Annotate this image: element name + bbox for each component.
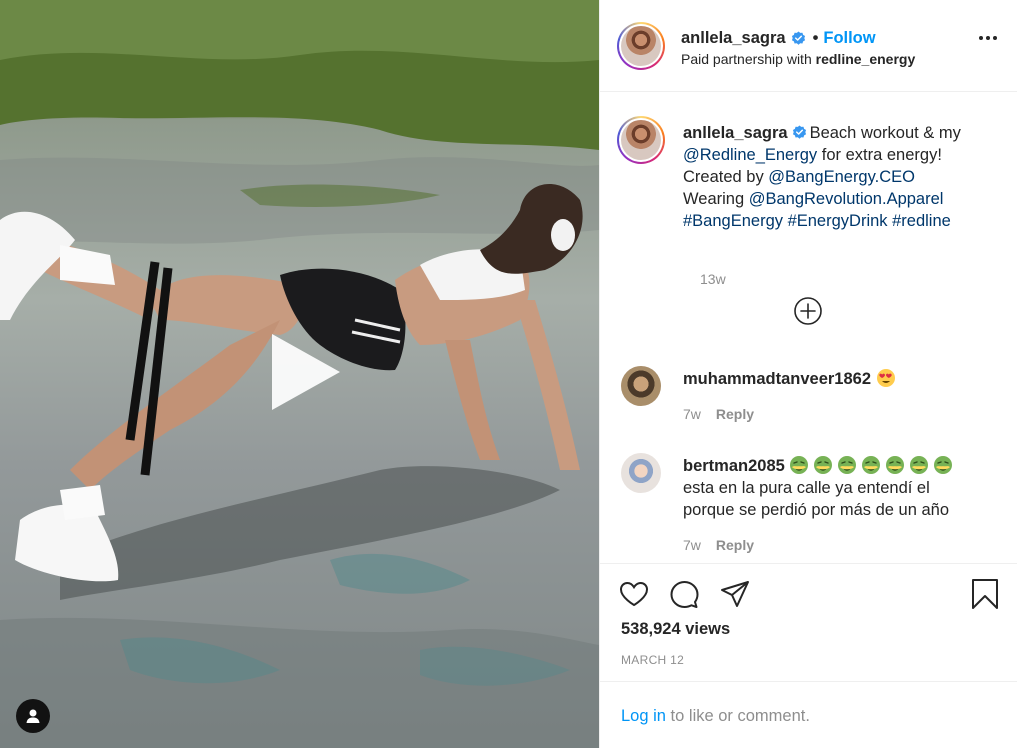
hashtag-links[interactable]: #BangEnergy #EnergyDrink #redline <box>683 210 993 232</box>
nauseated-face-emoji <box>886 456 905 474</box>
separator-dot: • <box>812 29 819 47</box>
login-prompt: Log in to like or comment. <box>600 681 1017 748</box>
tagged-users-button[interactable] <box>16 699 50 733</box>
post-side-panel: anllela_sagra • Follow Paid partnership … <box>599 0 1017 748</box>
comment-text-line: porque se perdió por más de un año <box>683 501 950 519</box>
nauseated-face-emoji <box>934 456 953 474</box>
nauseated-face-emoji <box>814 456 833 474</box>
load-more-comments-button[interactable] <box>793 296 823 326</box>
commenter-username[interactable]: muhammadtanveer1862 <box>683 370 871 388</box>
play-icon <box>272 334 340 410</box>
login-link[interactable]: Log in <box>621 707 666 725</box>
comments-list[interactable]: anllela_sagra Beach workout & my @Redline… <box>600 93 1017 563</box>
commenter-username[interactable]: bertman2085 <box>683 457 785 475</box>
mention-link[interactable]: @Redline_Energy <box>683 146 817 164</box>
nauseated-face-emoji <box>910 456 929 474</box>
comment-timestamp[interactable]: 7w <box>683 406 701 422</box>
caption-timestamp[interactable]: 13w <box>700 271 726 287</box>
user-tag-icon <box>26 709 40 723</box>
caption-text: anllela_sagra Beach workout & my @Redline… <box>683 122 993 232</box>
comment-text-line: esta en la pura calle ya entendí el <box>683 479 930 497</box>
post-video[interactable] <box>0 0 599 748</box>
nauseated-face-emoji <box>790 456 809 474</box>
play-button[interactable] <box>262 330 346 414</box>
caption-username[interactable]: anllela_sagra <box>683 124 788 142</box>
plus-circle-icon <box>794 297 822 325</box>
post-header: anllela_sagra • Follow Paid partnership … <box>600 0 1017 92</box>
bookmark-icon[interactable] <box>969 578 1001 610</box>
author-avatar-image <box>621 26 661 66</box>
view-count[interactable]: 538,924 views <box>621 620 730 639</box>
paid-partnership-label: Paid partnership with redline_energy <box>681 51 916 67</box>
comment-timestamp[interactable]: 7w <box>683 537 701 553</box>
post-actions: 538,924 views MARCH 12 <box>600 563 1017 681</box>
verified-badge-icon <box>791 31 805 45</box>
comment-icon[interactable] <box>668 578 700 610</box>
verified-badge-icon <box>792 125 806 139</box>
more-options-icon <box>979 36 983 40</box>
follow-button[interactable]: Follow <box>823 29 875 48</box>
commenter-avatar[interactable] <box>621 366 661 406</box>
commenter-avatar[interactable] <box>621 453 661 493</box>
author-avatar[interactable] <box>617 22 665 70</box>
heart-icon[interactable] <box>618 578 650 610</box>
emoji-row <box>789 456 957 475</box>
heart-eyes-emoji <box>876 369 895 387</box>
mention-link[interactable]: @BangRevolution.Apparel <box>749 190 944 208</box>
more-options-button[interactable] <box>979 36 997 40</box>
reply-button[interactable]: Reply <box>716 537 754 553</box>
author-username[interactable]: anllela_sagra <box>681 29 786 48</box>
mention-link[interactable]: @BangEnergy.CEO <box>768 168 915 186</box>
paper-plane-icon[interactable] <box>719 578 751 610</box>
post-date[interactable]: MARCH 12 <box>621 653 684 667</box>
caption-avatar[interactable] <box>617 116 665 164</box>
reply-button[interactable]: Reply <box>716 406 754 422</box>
nauseated-face-emoji <box>862 456 881 474</box>
partner-link[interactable]: redline_energy <box>816 51 916 67</box>
nauseated-face-emoji <box>838 456 857 474</box>
